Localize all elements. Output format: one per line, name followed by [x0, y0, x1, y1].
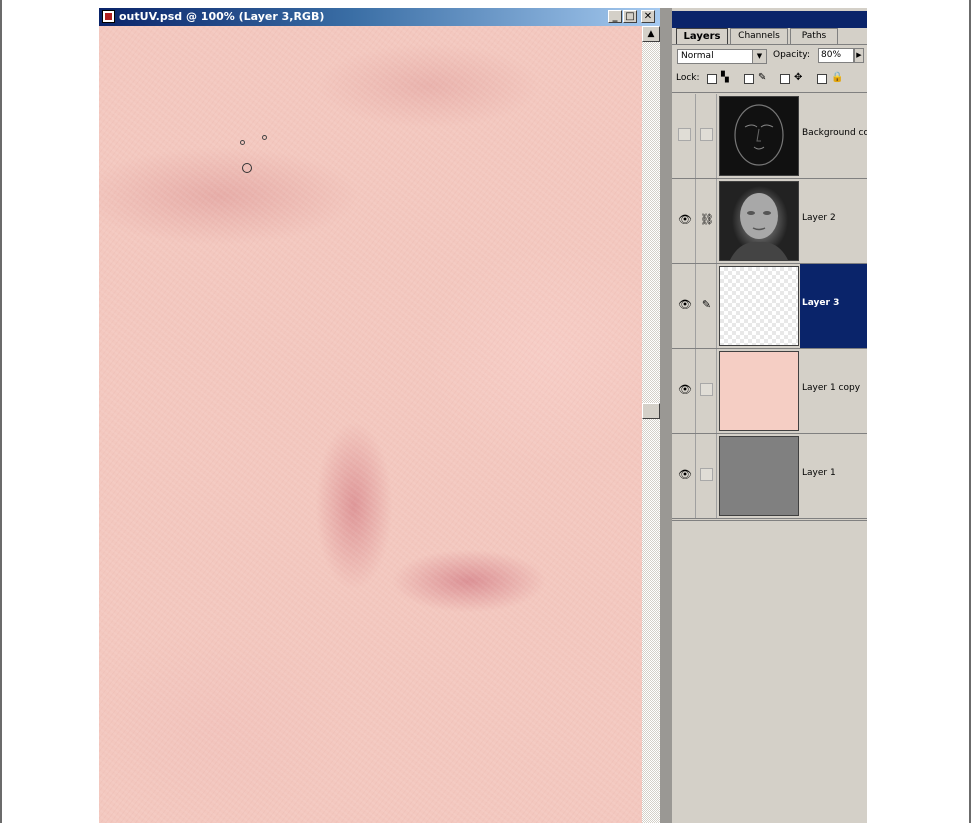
skin-texture-overlay: [99, 26, 642, 823]
lock-label: Lock:: [676, 73, 700, 83]
layer-thumbnail: [719, 181, 799, 261]
visibility-cell[interactable]: 👁: [674, 264, 696, 348]
brush-trace-dot: [262, 135, 267, 140]
lock-icon: 🔒: [831, 72, 844, 83]
palette-titlebar[interactable]: [672, 8, 867, 28]
link-toggle-off[interactable]: [700, 128, 713, 141]
lock-all-checkbox[interactable]: [817, 74, 827, 84]
layer-name: Layer 1: [802, 468, 836, 478]
visibility-cell[interactable]: 👁: [674, 434, 696, 518]
eye-icon[interactable]: 👁: [678, 468, 692, 481]
tab-underline: [672, 44, 867, 45]
layer-name-cell[interactable]: Layer 3: [800, 264, 867, 348]
layer-row[interactable]: 👁 Layer 1 copy: [672, 349, 867, 434]
lock-transparency-checkbox[interactable]: [707, 74, 717, 84]
layer-name: Background co: [802, 128, 867, 138]
layer-thumbnail: [719, 96, 799, 176]
opacity-slider-arrow-icon[interactable]: ▶: [854, 48, 864, 63]
layers-palette: Layers Channels Paths Normal ▼ Opacity: …: [672, 8, 867, 823]
layer-row[interactable]: 👁 Layer 1: [672, 434, 867, 519]
palette-empty-area: [672, 520, 867, 823]
brush-icon: ✎: [758, 72, 767, 83]
document-window: outUV.psd @ 100% (Layer 3,RGB) _ □ ✕ ▲: [99, 8, 660, 823]
layer-name-cell[interactable]: Layer 1 copy: [800, 349, 867, 433]
chevron-down-icon[interactable]: ▼: [752, 50, 766, 63]
face-render-icon: [730, 193, 788, 260]
layer-name-cell[interactable]: Layer 1: [800, 434, 867, 518]
lock-position-checkbox[interactable]: [780, 74, 790, 84]
image-canvas[interactable]: [99, 26, 642, 823]
brush-icon: ✎: [701, 298, 712, 311]
tab-channels[interactable]: Channels: [730, 28, 788, 44]
palette-tabs: Layers Channels Paths: [672, 28, 867, 44]
link-cell[interactable]: [696, 349, 717, 433]
opacity-value: 80%: [821, 50, 842, 60]
blend-mode-select[interactable]: Normal ▼: [677, 49, 767, 64]
workspace-divider: [660, 8, 672, 823]
layer-name-cell[interactable]: Background co: [800, 94, 867, 178]
eye-icon[interactable]: 👁: [678, 213, 692, 226]
layer-row[interactable]: 👁 ⛓ Layer 2: [672, 179, 867, 264]
layer-name: Layer 2: [802, 213, 836, 223]
photoshop-doc-icon: [102, 10, 115, 23]
visibility-toggle-off[interactable]: [678, 128, 691, 141]
opacity-label: Opacity:: [773, 50, 810, 60]
layer-name: Layer 3: [802, 298, 840, 308]
visibility-cell[interactable]: 👁: [674, 349, 696, 433]
brush-cursor-icon: [242, 163, 252, 173]
face-outline-icon: [734, 104, 784, 166]
layer-thumbnail: [719, 351, 799, 431]
tab-paths[interactable]: Paths: [790, 28, 838, 44]
scroll-up-button[interactable]: ▲: [642, 26, 660, 42]
link-cell[interactable]: [696, 434, 717, 518]
link-icon[interactable]: ⛓: [700, 213, 714, 226]
tab-layers[interactable]: Layers: [676, 28, 728, 44]
layer-row[interactable]: Background co: [672, 94, 867, 179]
link-toggle-off[interactable]: [700, 468, 713, 481]
maximize-button[interactable]: □: [623, 10, 637, 23]
layer-row-selected[interactable]: 👁 ✎ Layer 3: [672, 264, 867, 349]
layer-thumbnail: [719, 436, 799, 516]
brush-trace-dot: [240, 140, 245, 145]
eye-icon[interactable]: 👁: [678, 383, 692, 396]
close-button[interactable]: ✕: [641, 10, 655, 23]
link-cell[interactable]: ✎: [696, 264, 717, 348]
document-titlebar[interactable]: outUV.psd @ 100% (Layer 3,RGB) _ □ ✕: [99, 8, 660, 26]
lock-image-checkbox[interactable]: [744, 74, 754, 84]
blend-mode-value: Normal: [681, 51, 714, 61]
move-icon: ✥: [794, 72, 803, 83]
visibility-cell[interactable]: [674, 94, 696, 178]
vertical-scrollbar[interactable]: ▲: [642, 26, 660, 823]
screen-edge-right: [969, 0, 971, 823]
link-cell[interactable]: ⛓: [696, 179, 717, 263]
scroll-thumb[interactable]: [642, 403, 660, 419]
eye-icon[interactable]: 👁: [678, 298, 692, 311]
layer-name: Layer 1 copy: [802, 383, 861, 393]
minimize-button[interactable]: _: [608, 10, 622, 23]
link-cell[interactable]: [696, 94, 717, 178]
screen-edge-left: [0, 0, 2, 823]
link-toggle-off[interactable]: [700, 383, 713, 396]
transparency-lock-icon: ▚: [721, 72, 729, 83]
layer-name-cell[interactable]: Layer 2: [800, 179, 867, 263]
opacity-input[interactable]: 80%: [818, 48, 854, 63]
lock-separator: [672, 92, 867, 93]
layer-thumbnail: [719, 266, 799, 346]
visibility-cell[interactable]: 👁: [674, 179, 696, 263]
document-title: outUV.psd @ 100% (Layer 3,RGB): [119, 10, 325, 23]
